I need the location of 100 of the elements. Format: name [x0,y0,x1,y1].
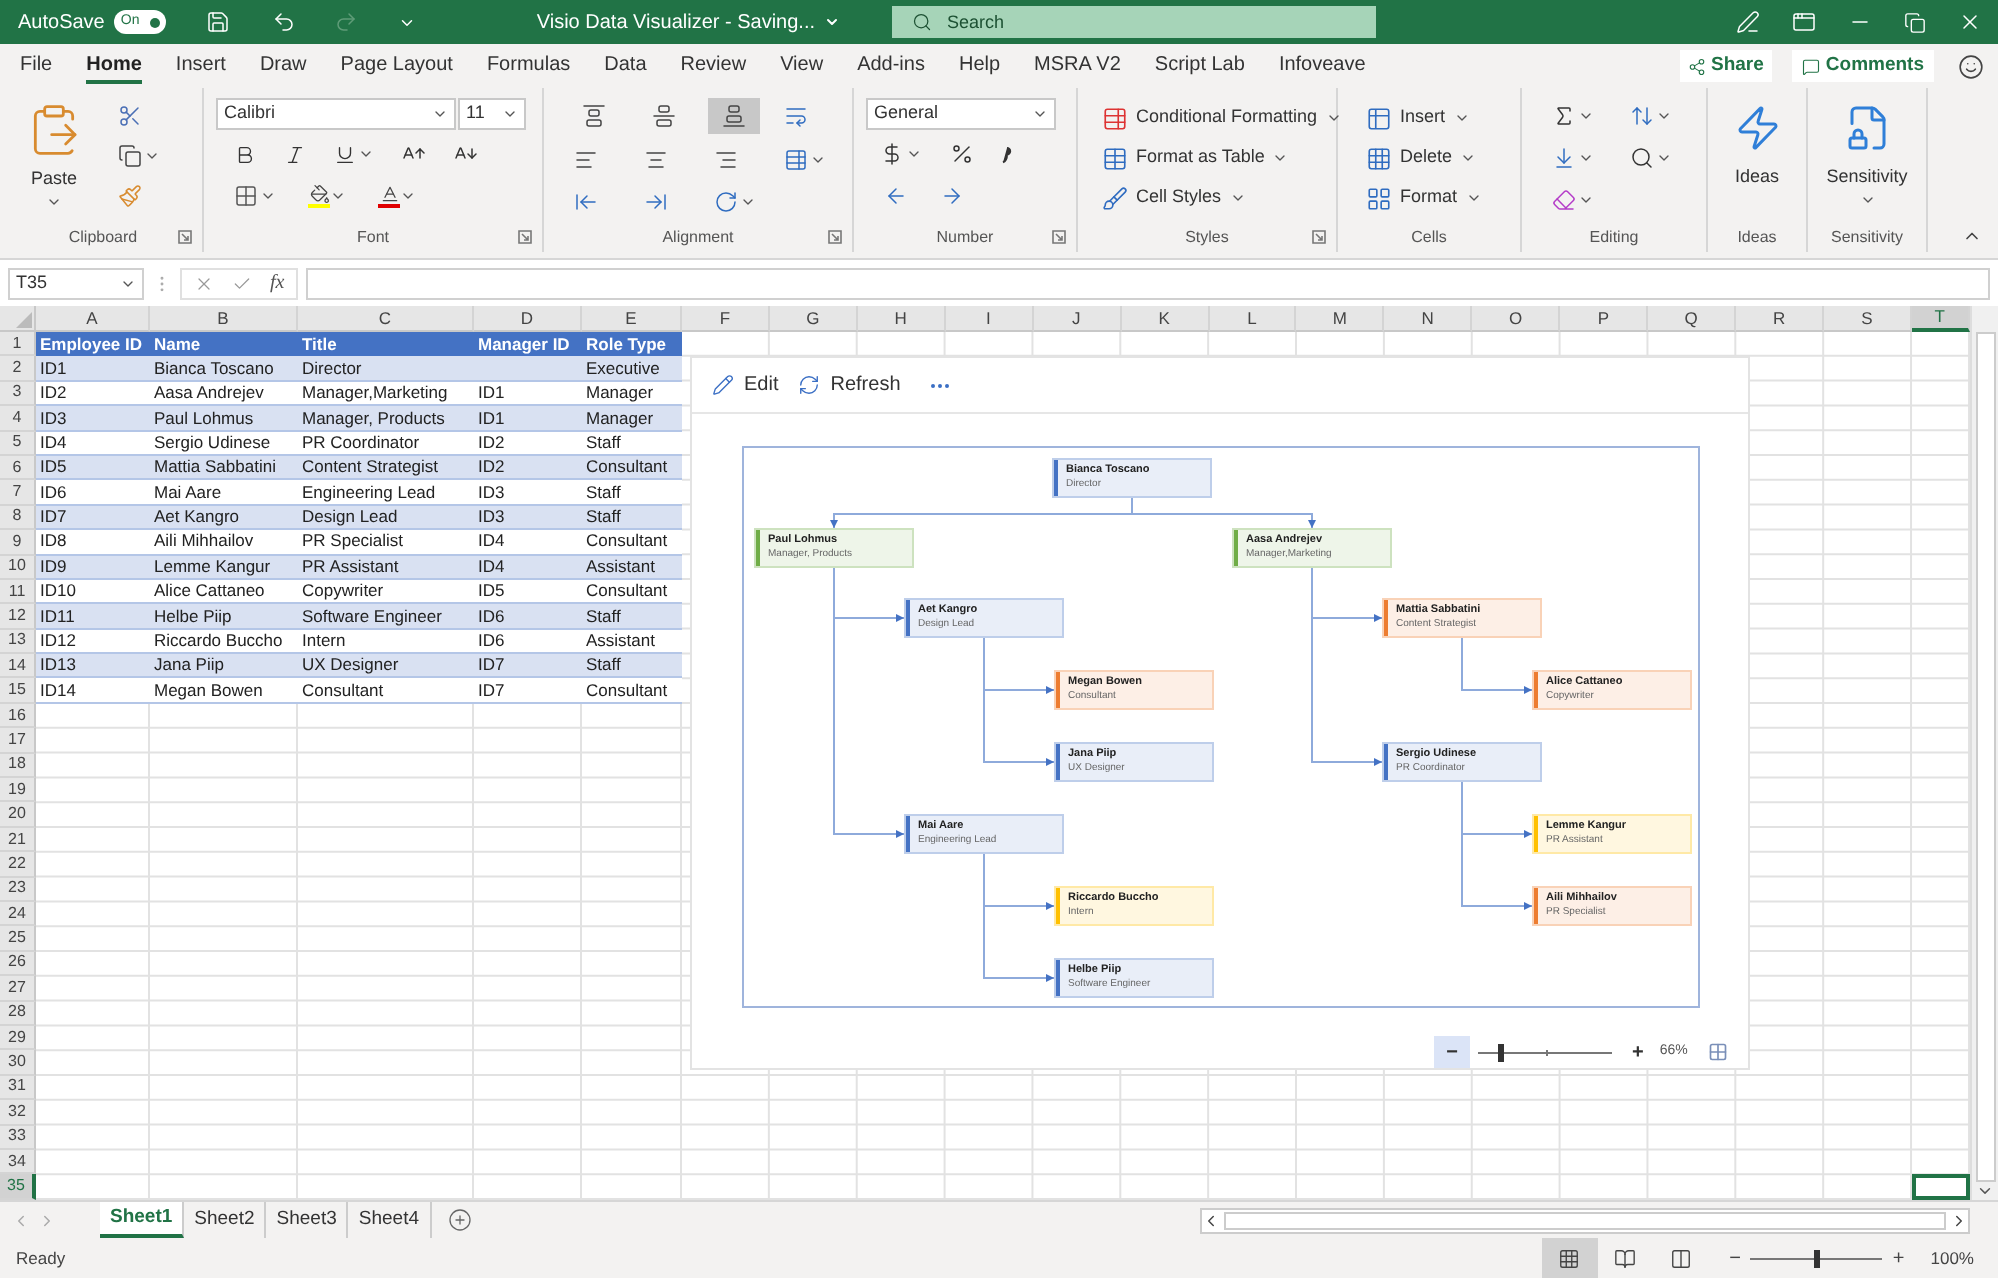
column-header[interactable]: P [1560,306,1649,332]
column-header[interactable]: B [150,306,298,332]
slider-thumb[interactable] [1497,1043,1504,1061]
column-header[interactable]: D [474,306,582,332]
font-name-field[interactable]: Calibri [216,98,456,130]
active-cell[interactable] [1911,1174,1970,1200]
column-header[interactable]: O [1472,306,1561,332]
menu-tab[interactable]: Home [86,48,142,84]
column-header[interactable]: S [1823,306,1912,332]
ribbon-command[interactable]: Delete [1366,138,1482,178]
formula-field[interactable] [306,267,1990,299]
row-number[interactable]: 1 [0,332,36,357]
row-number[interactable]: 13 [0,629,36,655]
column-header[interactable]: N [1384,306,1473,332]
row-number[interactable]: 6 [0,455,36,481]
comments-button[interactable]: Comments [1791,50,1934,82]
menu-tab[interactable]: File [20,48,53,84]
row-number[interactable]: 22 [0,852,36,878]
zoom-out-button[interactable]: − [1729,1243,1741,1273]
dialog-launcher-icon[interactable] [1052,230,1066,244]
row-number[interactable]: 8 [0,505,36,531]
ribbon-command[interactable]: Cell Styles [1102,178,1342,218]
row-number[interactable]: 34 [0,1149,36,1175]
menu-tab[interactable]: Review [680,48,747,84]
column-header[interactable]: K [1121,306,1210,332]
menu-tab[interactable]: MSRA V2 [1034,48,1121,84]
add-sheet-icon[interactable] [447,1208,472,1232]
column-header[interactable]: T [1911,306,1970,332]
slider-thumb[interactable] [1813,1249,1820,1267]
ribbon-command[interactable]: Conditional Formatting [1102,98,1342,138]
row-number[interactable]: 26 [0,951,36,977]
row-number[interactable]: 29 [0,1025,36,1051]
search-field[interactable]: Search [891,6,1376,38]
row-number[interactable]: 30 [0,1050,36,1076]
column-header[interactable]: Q [1648,306,1737,332]
share-button[interactable]: Share [1679,50,1772,82]
zoom-slider[interactable] [1750,1249,1883,1267]
paste-button[interactable]: Paste [16,98,92,222]
menu-tab[interactable]: Page Layout [340,48,453,84]
row-number[interactable]: 28 [0,1001,36,1026]
menu-tab[interactable]: Add-ins [857,48,925,84]
row-number[interactable]: 12 [0,604,36,630]
row-number[interactable]: 27 [0,976,36,1002]
menu-tab[interactable]: Help [958,48,1001,84]
row-number[interactable]: 23 [0,877,36,902]
column-header[interactable]: I [945,306,1034,332]
dialog-launcher-icon[interactable] [518,230,532,244]
menu-tab[interactable]: Infoveave [1278,48,1366,84]
horizontal-scrollbar[interactable] [1200,1207,1970,1233]
ideas-button[interactable]: Ideas [1720,98,1794,222]
vertical-scrollbar[interactable] [1970,306,1998,1200]
dialog-launcher-icon[interactable] [178,230,192,244]
row-number[interactable]: 10 [0,555,36,580]
menu-tab[interactable]: Insert [175,48,226,84]
refresh-button[interactable]: Refresh [798,370,901,400]
row-number[interactable]: 21 [0,827,36,853]
menu-tab[interactable]: Data [604,48,647,84]
row-number[interactable]: 4 [0,406,36,432]
sensitivity-button[interactable]: Sensitivity [1820,98,1914,222]
sheet-tab[interactable]: Sheet1 [100,1202,185,1238]
column-header[interactable]: H [857,306,946,332]
column-header[interactable]: A [36,306,150,332]
dialog-launcher-icon[interactable] [828,230,842,244]
row-number[interactable]: 25 [0,926,36,952]
zoom-in-button[interactable]: + [1892,1243,1905,1273]
row-number[interactable]: 20 [0,802,36,828]
insert-function-button[interactable]: fx [270,268,285,298]
smiley-icon[interactable] [1958,53,1984,79]
name-box[interactable]: T35 [8,267,144,299]
row-number[interactable]: 2 [0,356,36,382]
column-header[interactable]: J [1033,306,1122,332]
row-number[interactable]: 33 [0,1125,36,1150]
menu-tab[interactable]: View [780,48,824,84]
row-number[interactable]: 9 [0,530,36,556]
column-header[interactable]: M [1296,306,1385,332]
font-size-field[interactable]: 11 [458,98,526,130]
zoom-in-button[interactable]: + [1632,1037,1644,1067]
row-number[interactable]: 18 [0,753,36,779]
fit-to-window-icon[interactable] [1707,1042,1728,1062]
zoom-slider[interactable] [1478,1043,1612,1061]
dialog-launcher-icon[interactable] [1312,230,1326,244]
number-format-field[interactable]: General [866,98,1056,130]
column-header[interactable]: G [769,306,858,332]
menu-tab[interactable]: Script Lab [1154,48,1245,84]
row-number[interactable]: 14 [0,654,36,679]
zoom-out-button[interactable]: − [1434,1036,1470,1068]
row-number[interactable]: 35 [0,1174,36,1200]
row-number[interactable]: 16 [0,703,36,729]
column-header[interactable]: E [582,306,682,332]
scroll-right-icon[interactable] [1950,1211,1968,1229]
column-header[interactable]: C [298,306,474,332]
row-number[interactable]: 11 [0,579,36,605]
column-header[interactable]: F [682,306,770,332]
row-number[interactable]: 17 [0,728,36,754]
row-number[interactable]: 7 [0,480,36,506]
row-number[interactable]: 5 [0,431,36,456]
vertical-align-button[interactable] [708,98,760,134]
row-number[interactable]: 24 [0,901,36,927]
view-button[interactable] [1541,1238,1598,1278]
menu-tab[interactable]: Draw [259,48,307,84]
